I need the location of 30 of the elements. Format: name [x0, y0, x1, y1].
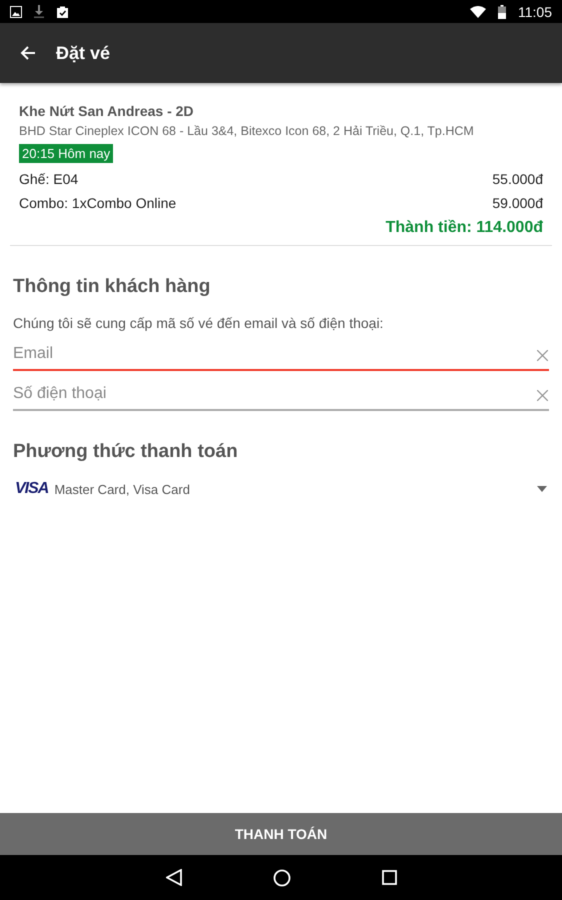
back-arrow-icon[interactable] — [20, 45, 36, 61]
card-logo: VISA — [15, 480, 48, 498]
wifi-icon — [470, 6, 486, 18]
clear-icon[interactable] — [537, 350, 548, 361]
back-icon[interactable] — [166, 869, 182, 886]
movie-title: Khe Nứt San Andreas - 2D — [19, 103, 195, 119]
section-heading: Phương thức thanh toán — [13, 441, 239, 463]
item-label: Combo: 1xCombo Online — [19, 195, 176, 211]
pay-button[interactable]: THANH TOÁN — [0, 813, 562, 855]
dropdown-caret-icon[interactable] — [537, 486, 547, 492]
section-heading: Thông tin khách hàng — [13, 276, 212, 298]
home-icon[interactable] — [272, 868, 290, 886]
image-icon — [10, 6, 22, 18]
clock-time: 11:05 — [518, 4, 552, 20]
total-price: Thành tiền: 114.000đ — [386, 219, 543, 237]
clear-icon[interactable] — [537, 390, 548, 401]
item-label: Ghế: E04 — [19, 171, 78, 187]
info-note: Chúng tôi sẽ cung cấp mã số vé đến email và số điện thoại: — [13, 315, 384, 331]
item-price: 59.000đ — [492, 195, 543, 211]
download-icon — [34, 5, 44, 18]
battery-icon — [498, 4, 506, 18]
showtime-badge: 20:15 Hôm nay — [19, 144, 114, 163]
screen-title: Đặt vé — [56, 42, 110, 64]
cinema-address: BHD Star Cineplex ICON 68 - Lầu 3&4, Bitexco Icon 68, 2 Hải Triều, Q.1, Tp.HCM — [19, 124, 475, 138]
input-field[interactable]: Số điện thoại — [13, 379, 549, 411]
item-price: 55.000đ — [492, 171, 543, 187]
input-field[interactable]: Email — [13, 339, 549, 371]
payment-method[interactable]: Master Card, Visa Card — [54, 482, 531, 496]
shopping-bag-icon — [56, 5, 69, 18]
recents-icon[interactable] — [382, 870, 396, 885]
